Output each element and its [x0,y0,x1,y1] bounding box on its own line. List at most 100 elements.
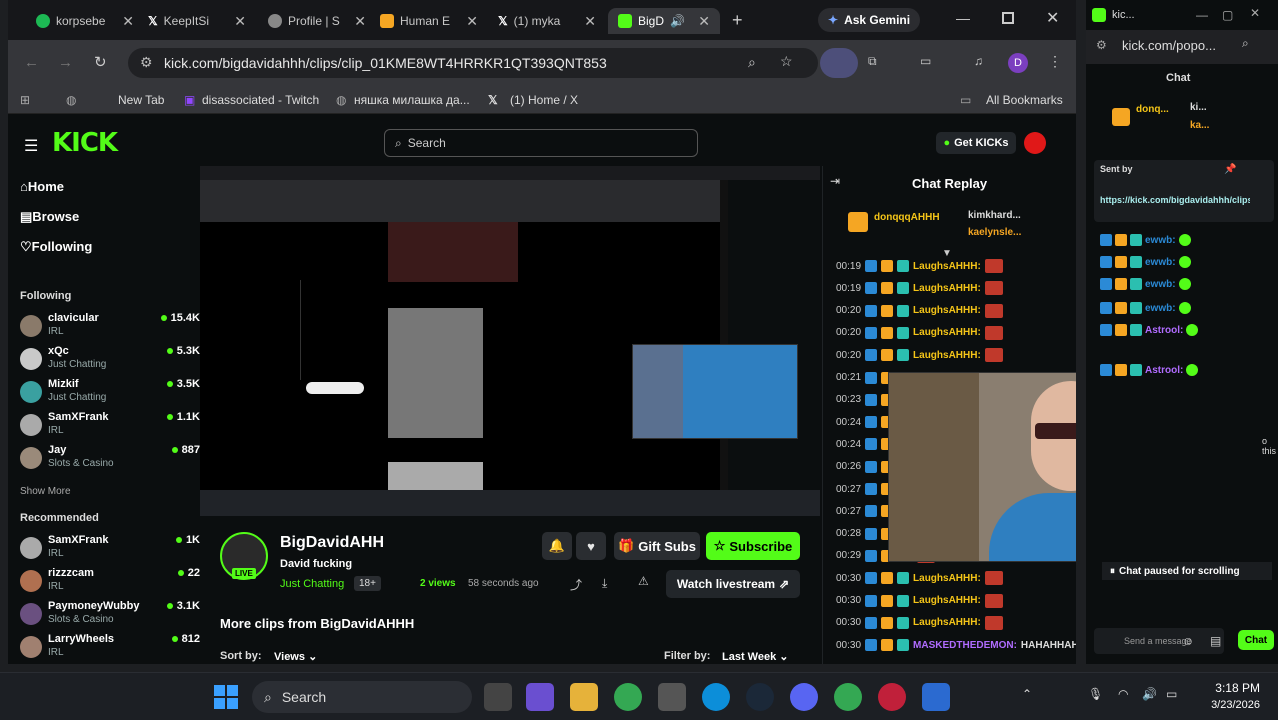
wifi-icon[interactable]: ◠ [1118,687,1128,701]
gift-icon[interactable]: ▤ [1210,634,1221,648]
popout-top-2[interactable]: ki... [1190,102,1207,113]
speaker-icon[interactable]: 🔊 [670,14,685,28]
chat-username[interactable]: ewwb: [1145,235,1176,246]
following-item[interactable]: Mizkif Just Chatting 3.5K [20,378,200,408]
popout-top-1[interactable]: donq... [1136,104,1169,115]
watch-livestream-button[interactable]: Watch livestream ⇗ [666,570,800,598]
hamburger-icon[interactable]: ☰ [24,136,38,156]
zoom-icon[interactable]: ⌕ [748,54,756,71]
chat-username[interactable]: ewwb: [1145,303,1176,314]
taskbar-search[interactable]: ⌕ Search [252,681,472,713]
close-icon[interactable]: ✕ [1250,6,1260,20]
task-view-icon[interactable] [484,683,512,711]
maximize-icon[interactable] [1002,12,1014,24]
close-icon[interactable]: ✕ [122,13,134,30]
gift-subs-button[interactable]: 🎁 Gift Subs [614,532,700,560]
globe-icon[interactable]: ◍ [66,93,76,107]
channel-name[interactable]: BigDavidAHH [280,534,384,552]
volume-icon[interactable]: 🔊 [1142,687,1157,701]
copilot-icon[interactable] [526,683,554,711]
tab-3[interactable]: Profile | S ✕ [258,8,376,34]
mic-icon[interactable]: 🎙 [1088,687,1103,701]
chat-username[interactable]: LaughsAHHH: [913,305,981,316]
emote-icon[interactable]: ☺ [1182,634,1194,648]
sort-select[interactable]: Views ⌄ [274,650,317,663]
forward-icon[interactable]: → [58,54,73,71]
tab-active[interactable]: BigD 🔊 ✕ [608,8,720,34]
ask-gemini-button[interactable]: ✦ Ask Gemini [818,8,920,32]
all-bookmarks[interactable]: All Bookmarks [986,93,1063,107]
chat-username[interactable]: LaughsAHHH: [913,595,981,606]
subscribe-button[interactable]: ☆ Subscribe [706,532,800,560]
url-field[interactable]: ⚙ kick.com/bigdavidahhh/clips/clip_01KME… [128,48,818,78]
nav-following[interactable]: ♡Following [20,239,92,261]
recommended-item[interactable]: SamXFrank IRL 1K [20,534,200,564]
chrome-icon[interactable] [834,683,862,711]
new-tab-icon[interactable]: + [732,10,743,31]
chat-username[interactable]: LaughsAHHH: [913,283,981,294]
follow-button[interactable]: ♥ [576,532,606,560]
chat-username[interactable]: Astrool: [1145,325,1183,336]
start-icon[interactable] [214,685,238,709]
chat-username[interactable]: LaughsAHHH: [913,573,981,584]
discord-icon[interactable] [790,683,818,711]
nav-home[interactable]: ⌂Home [20,179,64,201]
top-gifter-3[interactable]: kaelynsle... [968,227,1021,238]
download-icon[interactable]: ⤓ [602,576,607,591]
close-icon[interactable]: ✕ [234,13,246,30]
following-item[interactable]: xQc Just Chatting 5.3K [20,345,200,375]
maximize-icon[interactable]: ▢ [1222,8,1233,22]
extensions-icon[interactable]: ⧉ [868,54,877,69]
top-gifter-2[interactable]: kimkhard... [968,210,1021,221]
chat-paused-banner[interactable]: ⏸ Chat paused for scrolling [1102,562,1272,580]
pinned-link[interactable]: https://kick.com/bigdavidahhh/clips/clip… [1100,194,1250,218]
bookmark-2[interactable]: disassociated - Twitch [202,93,319,107]
search-input[interactable]: ⌕ Search [384,129,698,157]
recommended-item[interactable]: LarryWheels IRL 812 [20,633,200,663]
menu-icon[interactable]: ⋮ [1048,53,1062,70]
chat-username[interactable]: ewwb: [1145,257,1176,268]
kick-logo[interactable]: KICK [52,128,118,158]
bookmark-star-icon[interactable]: ☆ [780,53,793,70]
following-item[interactable]: clavicular IRL 15.4K [20,312,200,342]
reload-icon[interactable]: ↻ [94,53,107,71]
tab-4[interactable]: Human E ✕ [370,8,488,34]
extension-active-icon[interactable] [820,48,858,78]
steam-icon[interactable] [746,683,774,711]
site-info-icon[interactable]: ⚙ [140,54,153,71]
clock-time[interactable]: 3:18 PM [1210,681,1260,695]
recommended-item[interactable]: rizzzcam IRL 22 [20,567,200,597]
message-input[interactable]: Send a message [1094,628,1224,654]
clock-date[interactable]: 3/23/2026 [1196,699,1260,711]
nav-browse[interactable]: ▤Browse [20,209,79,231]
show-more-link[interactable]: Show More [20,486,71,497]
category-link[interactable]: Just Chatting [280,578,344,590]
pinned-message[interactable]: Sent by 📌 https://kick.com/bigdavidahhh/… [1094,160,1274,222]
chat-username[interactable]: LaughsAHHH: [913,617,981,628]
tray-chevron-icon[interactable]: ⌃ [1022,687,1032,701]
get-kicks-button[interactable]: ● Get KICKs [936,132,1016,154]
chrome-icon[interactable] [614,683,642,711]
apps-icon[interactable]: ⊞ [20,93,30,107]
close-icon[interactable]: ✕ [698,13,710,30]
minimize-icon[interactable]: — [956,10,970,26]
profile-avatar[interactable]: D [1008,53,1028,73]
send-chat-button[interactable]: Chat [1238,630,1274,650]
following-item[interactable]: SamXFrank IRL 1.1K [20,411,200,441]
edge-icon[interactable] [702,683,730,711]
pin-icon[interactable]: 📌 [1224,164,1236,175]
app-icon[interactable] [922,683,950,711]
battery-icon[interactable]: ▭ [1166,687,1177,701]
report-icon[interactable]: ⚠ [638,574,649,588]
collapse-chat-icon[interactable]: ⇥ [830,174,840,188]
chat-username[interactable]: ewwb: [1145,279,1176,290]
bookmark-3[interactable]: няшка милашка да... [354,93,470,107]
tab-1[interactable]: korpsebe ✕ [26,8,144,34]
file-explorer-icon[interactable] [570,683,598,711]
opera-icon[interactable] [878,683,906,711]
tab-2[interactable]: 𝕏 KeepItSi ✕ [138,8,256,34]
site-info-icon[interactable]: ⚙ [1096,38,1107,52]
chat-username[interactable]: LaughsAHHH: [913,261,981,272]
popout-top-3[interactable]: ka... [1190,120,1209,131]
tab-5[interactable]: 𝕏 (1) myka ✕ [488,8,606,34]
